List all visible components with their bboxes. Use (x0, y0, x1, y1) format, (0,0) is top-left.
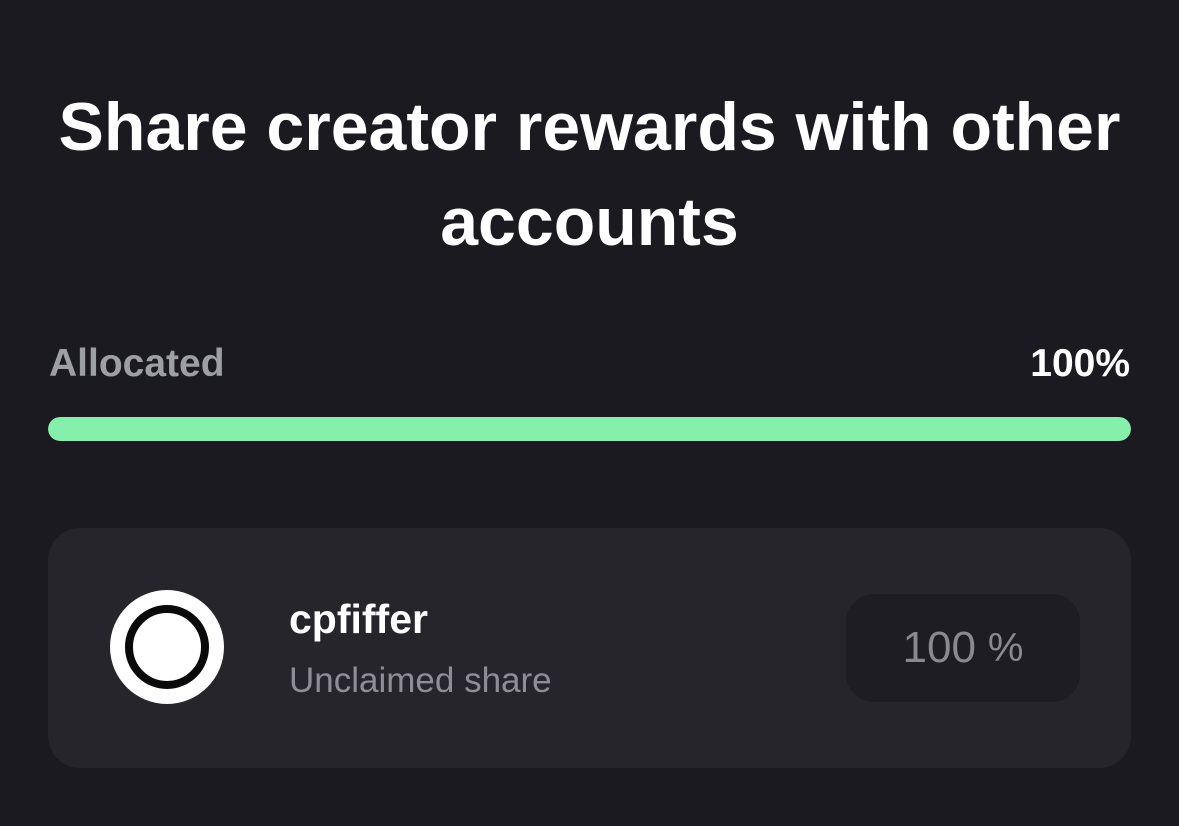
allocated-percent: 100% (1030, 342, 1130, 385)
avatar-ring (125, 605, 209, 689)
share-percent-unit: % (987, 626, 1024, 670)
circle-avatar-icon (110, 590, 224, 704)
recipient-username: cpfiffer (289, 596, 428, 642)
allocation-progress-fill (48, 417, 1131, 441)
allocation-progress-bar (48, 417, 1131, 441)
allocated-label: Allocated (49, 342, 225, 385)
recipient-card: cpfiffer Unclaimed share 100 % (48, 528, 1131, 768)
share-percent-value: 100 (902, 623, 976, 672)
recipient-status: Unclaimed share (289, 661, 552, 700)
page-title: Share creator rewards with other account… (58, 89, 1121, 260)
share-rewards-page: Share creator rewards with other account… (0, 0, 1179, 826)
share-percent-input[interactable]: 100 % (846, 594, 1080, 702)
